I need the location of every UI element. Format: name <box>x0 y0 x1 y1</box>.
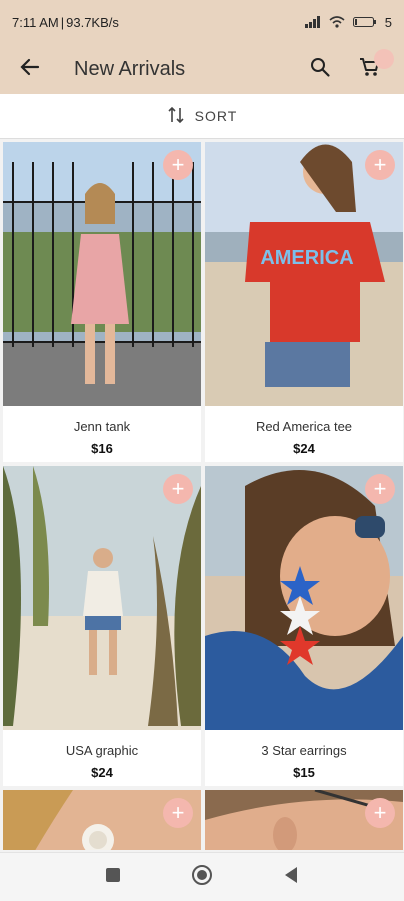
wifi-icon <box>329 16 345 28</box>
status-bar: 7:11 AM | 93.7KB/s 5 <box>0 0 404 44</box>
plus-icon: + <box>373 800 387 825</box>
recents-button[interactable] <box>105 867 121 888</box>
product-name: Red America tee <box>255 419 353 434</box>
circle-icon <box>191 864 213 890</box>
product-grid: + Jenn tank $16 AMERICA + Red America te… <box>0 142 404 850</box>
plus-icon: + <box>373 476 387 501</box>
product-card[interactable]: + Jenn tank $16 <box>3 142 201 462</box>
product-name: USA graphic <box>65 743 139 758</box>
product-card[interactable]: + <box>205 790 403 850</box>
add-to-cart-button[interactable]: + <box>163 474 193 504</box>
sort-label: SORT <box>194 108 238 124</box>
product-card[interactable]: AMERICA + Red America tee $24 <box>205 142 403 462</box>
sort-button[interactable]: SORT <box>0 94 404 139</box>
product-price: $24 <box>293 441 315 456</box>
home-button[interactable] <box>191 864 213 891</box>
shirt-print-text: AMERICA <box>260 247 353 269</box>
app-bar: New Arrivals <box>0 44 404 94</box>
square-icon <box>105 867 121 887</box>
product-image[interactable]: + <box>3 790 201 850</box>
system-back-button[interactable] <box>283 866 299 889</box>
page-title: New Arrivals <box>74 57 186 80</box>
triangle-back-icon <box>283 866 299 888</box>
plus-icon: + <box>373 152 387 177</box>
product-info: Jenn tank $16 <box>3 406 201 462</box>
product-name: 3 Star earrings <box>261 743 347 758</box>
cart-button[interactable] <box>352 49 394 87</box>
product-image[interactable]: + <box>205 790 403 850</box>
status-net-speed: 93.7KB/s <box>66 14 119 30</box>
status-separator: | <box>60 14 65 30</box>
back-arrow-icon <box>18 55 42 84</box>
product-image[interactable]: + <box>205 466 403 730</box>
search-icon <box>309 56 331 83</box>
battery-icon <box>352 16 377 28</box>
product-price: $16 <box>91 441 113 456</box>
product-price: $24 <box>91 765 113 780</box>
plus-icon: + <box>171 800 185 825</box>
plus-icon: + <box>171 152 185 177</box>
cart-badge <box>374 49 394 69</box>
product-name: Jenn tank <box>73 419 131 434</box>
product-image[interactable]: + <box>3 142 201 406</box>
product-info: USA graphic $24 <box>3 730 201 786</box>
product-card[interactable]: + <box>3 790 201 850</box>
product-card[interactable]: + 3 Star earrings $15 <box>205 466 403 786</box>
signal-icon <box>304 16 321 28</box>
sort-icon <box>167 106 185 127</box>
product-info: Red America tee $24 <box>205 406 403 462</box>
add-to-cart-button[interactable]: + <box>163 798 193 828</box>
add-to-cart-button[interactable]: + <box>365 150 395 180</box>
add-to-cart-button[interactable]: + <box>365 798 395 828</box>
plus-icon: + <box>171 476 185 501</box>
back-button[interactable] <box>10 49 50 89</box>
add-to-cart-button[interactable]: + <box>163 150 193 180</box>
add-to-cart-button[interactable]: + <box>365 474 395 504</box>
product-price: $15 <box>293 765 315 780</box>
product-image[interactable]: + <box>3 466 201 730</box>
search-button[interactable] <box>302 51 338 87</box>
product-card[interactable]: + USA graphic $24 <box>3 466 201 786</box>
product-image[interactable]: AMERICA + <box>205 142 403 406</box>
product-info: 3 Star earrings $15 <box>205 730 403 786</box>
status-time: 7:11 AM <box>12 14 59 30</box>
battery-level: 5 <box>384 14 392 30</box>
system-nav-bar <box>0 852 404 901</box>
